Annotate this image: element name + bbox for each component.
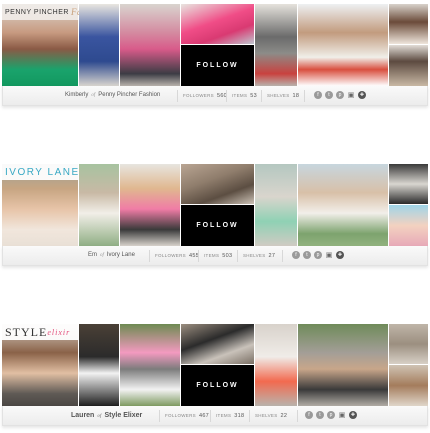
blog-icon[interactable]: ✚ [336, 251, 344, 259]
followers-stat[interactable]: FOLLOWERS 467 [165, 413, 209, 419]
look-photo[interactable] [181, 164, 254, 204]
blogger-name[interactable]: Em of Ivory Lane [88, 252, 135, 258]
blog-logo: PENNY PINCHERFashion [2, 4, 103, 20]
divider [297, 410, 298, 422]
divider [177, 90, 178, 102]
photo-mosaic: STYLE elixir FOLLOW [2, 324, 428, 406]
profile-card-lauren: STYLE elixir FOLLOW Lauren of Style Elixer … [2, 324, 428, 426]
photo-mosaic: PENNY PINCHERFashion FOLLOW [2, 4, 428, 86]
divider [159, 410, 160, 422]
items-stat[interactable]: ITEMS 503 [204, 253, 232, 259]
divider [304, 90, 305, 102]
pinterest-icon[interactable]: p [327, 411, 335, 419]
look-photo[interactable] [389, 365, 428, 406]
look-photo[interactable] [298, 164, 388, 246]
follow-button[interactable]: FOLLOW [181, 205, 254, 246]
profile-card-em: IVORY LANE FOLLOW Em of Ivory Lane FOLLOWE… [2, 164, 428, 266]
look-photo[interactable] [298, 324, 388, 406]
shelves-stat[interactable]: SHELVES 18 [267, 93, 299, 99]
look-photo[interactable] [255, 324, 297, 406]
profile-info-bar: Kimberly of Penny Pincher Fashion FOLLOWER… [2, 86, 428, 106]
social-links: f t p ▣ ✚ [305, 411, 357, 419]
followers-stat[interactable]: FOLLOWERS 455 [155, 253, 199, 259]
facebook-icon[interactable]: f [314, 91, 322, 99]
facebook-icon[interactable]: f [292, 251, 300, 259]
look-photo[interactable] [389, 205, 428, 246]
look-photo[interactable] [79, 164, 119, 246]
look-photo[interactable] [79, 4, 119, 86]
pinterest-icon[interactable]: p [336, 91, 344, 99]
look-photo[interactable] [120, 324, 180, 406]
facebook-icon[interactable]: f [305, 411, 313, 419]
look-photo[interactable] [389, 45, 428, 86]
look-photo[interactable] [255, 4, 297, 86]
look-photo[interactable] [389, 4, 428, 44]
twitter-icon[interactable]: t [325, 91, 333, 99]
followers-stat[interactable]: FOLLOWERS 560 [183, 93, 227, 99]
divider [249, 410, 250, 422]
blog-icon[interactable]: ✚ [349, 411, 357, 419]
instagram-icon[interactable]: ▣ [325, 251, 333, 259]
blogger-name[interactable]: Kimberly of Penny Pincher Fashion [65, 92, 160, 98]
look-photo[interactable] [255, 164, 297, 246]
look-photo[interactable] [181, 4, 254, 44]
shelves-stat[interactable]: SHELVES 27 [243, 253, 275, 259]
look-photo[interactable] [120, 164, 180, 246]
look-photo[interactable] [389, 324, 428, 364]
social-links: f t p ▣ ✚ [292, 251, 344, 259]
divider [210, 410, 211, 422]
items-stat[interactable]: ITEMS 318 [216, 413, 244, 419]
look-photo[interactable] [181, 324, 254, 364]
items-stat[interactable]: ITEMS 53 [232, 93, 257, 99]
divider [261, 90, 262, 102]
look-photo[interactable] [298, 4, 388, 86]
instagram-icon[interactable]: ▣ [338, 411, 346, 419]
blog-icon[interactable]: ✚ [358, 91, 366, 99]
blog-logo: STYLE elixir [2, 324, 78, 340]
instagram-icon[interactable]: ▣ [347, 91, 355, 99]
look-photo[interactable] [120, 4, 180, 86]
pinterest-icon[interactable]: p [314, 251, 322, 259]
photo-mosaic: IVORY LANE FOLLOW [2, 164, 428, 246]
social-links: f t p ▣ ✚ [314, 91, 366, 99]
blog-logo: IVORY LANE [2, 164, 78, 180]
profile-info-bar: Lauren of Style Elixer FOLLOWERS 467 ITEMS 3… [2, 406, 428, 426]
twitter-icon[interactable]: t [316, 411, 324, 419]
blogger-name[interactable]: Lauren of Style Elixer [71, 412, 142, 419]
divider [198, 250, 199, 262]
look-photo[interactable] [79, 324, 119, 406]
twitter-icon[interactable]: t [303, 251, 311, 259]
divider [226, 90, 227, 102]
divider [149, 250, 150, 262]
follow-button[interactable]: FOLLOW [181, 45, 254, 86]
look-photo[interactable] [389, 164, 428, 204]
divider [282, 250, 283, 262]
profile-info-bar: Em of Ivory Lane FOLLOWERS 455 ITEMS 503 SHE… [2, 246, 428, 266]
divider [237, 250, 238, 262]
profile-card-kimberly: PENNY PINCHERFashion FOLLOW KimberlyofPe… [2, 4, 428, 106]
shelves-stat[interactable]: SHELVES 22 [255, 413, 287, 419]
follow-button[interactable]: FOLLOW [181, 365, 254, 406]
